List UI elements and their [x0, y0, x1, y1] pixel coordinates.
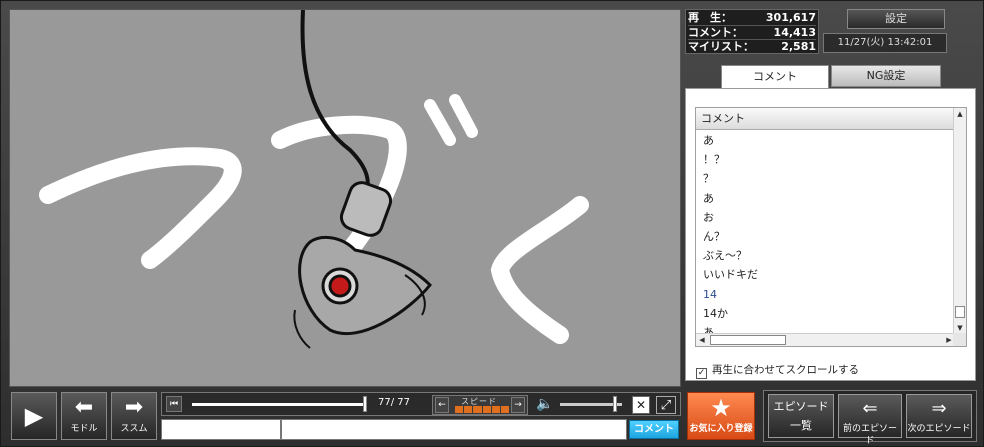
settings-button[interactable]: 設定 — [847, 9, 945, 29]
comment-rows: あ ！？ ？ あ お ん？ ぶえ～？ いいドキだ 14 14か あ — [696, 131, 955, 342]
mylist-count: 2,581 — [781, 40, 816, 53]
speed-control[interactable]: ← スピード → — [432, 395, 528, 415]
list-item[interactable]: 14 — [696, 285, 955, 304]
command-input[interactable] — [161, 419, 281, 440]
fullscreen-icon[interactable]: ⤢ — [656, 396, 676, 414]
list-item[interactable]: ん？ — [696, 227, 955, 246]
scroll-left-icon[interactable]: ◀ — [696, 334, 708, 346]
video-area[interactable] — [9, 9, 681, 387]
comment-list-header[interactable]: コメント — [696, 108, 955, 130]
time-display: 77/ 77 — [378, 397, 410, 408]
horizontal-scroll-thumb[interactable] — [710, 335, 786, 345]
star-icon: ★ — [710, 394, 732, 422]
motion-lines — [293, 309, 311, 349]
autoscroll-option[interactable]: ✓ 再生に合わせてスクロールする — [696, 363, 859, 379]
autoscroll-checkbox[interactable]: ✓ — [696, 368, 707, 379]
arrow-left-icon: ⬅ — [74, 395, 94, 420]
list-item[interactable]: ！？ — [696, 150, 955, 169]
comment-list[interactable]: コメント あ ！？ ？ あ お ん？ ぶえ～？ いいドキだ 14 14か あ ▲… — [695, 107, 967, 347]
episode-list-label-2: 一覧 — [790, 419, 812, 432]
brush-stroke — [490, 196, 589, 344]
comment-submit-button[interactable]: コメント — [629, 420, 679, 439]
episode-list-button[interactable]: エピソード 一覧 — [768, 394, 834, 438]
next-episode-icon: ⇒ — [931, 398, 947, 419]
stat-label: 再 生： — [688, 11, 732, 24]
brush-stroke — [424, 99, 456, 146]
list-item[interactable]: あ — [696, 189, 955, 208]
play-icon: ▶ — [24, 402, 44, 430]
volume-handle[interactable] — [612, 396, 617, 412]
next-episode-label: 次のエピソード — [907, 424, 971, 434]
favorite-button[interactable]: ★ お気に入り登録 — [687, 392, 755, 440]
seek-bar: ⏮ 77/ 77 ← スピード → 🔈 ✕ ⤢ — [161, 392, 681, 416]
list-item[interactable]: 14か — [696, 304, 955, 323]
arrow-right-icon: ➡ — [124, 395, 144, 420]
speed-down-icon[interactable]: ← — [435, 397, 449, 413]
datetime-display: 11/27(火) 13:42:01 — [823, 33, 947, 53]
episode-list-label: エピソード — [773, 400, 829, 413]
list-item[interactable]: いいドキだ — [696, 265, 955, 284]
pendant — [298, 181, 433, 336]
list-item[interactable]: ？ — [696, 169, 955, 188]
play-button[interactable]: ▶ — [11, 392, 57, 440]
seek-track[interactable] — [192, 403, 366, 406]
seek-handle[interactable] — [363, 396, 367, 412]
previous-episode-button[interactable]: ⇐ 前のエピソード — [838, 394, 902, 446]
speed-level — [455, 406, 510, 413]
forward-button[interactable]: ➡ ススム — [111, 392, 157, 440]
comments-count: 14,413 — [773, 26, 816, 39]
previous-episode-icon: ⇐ — [862, 398, 878, 419]
tab-ng-settings[interactable]: NG設定 — [831, 65, 941, 87]
episode-navigation: エピソード 一覧 ⇐ 前のエピソード ⇒ 次のエピソード — [763, 390, 977, 446]
vertical-scroll-thumb[interactable] — [955, 306, 965, 318]
views-count: 301,617 — [765, 11, 816, 24]
player-window: 再 生： 301,617 コメント： 14,413 マイリスト： 2,581 設… — [0, 0, 984, 447]
back-button[interactable]: ⬅ モドル — [61, 392, 107, 440]
back-label: モドル — [70, 424, 98, 434]
skip-start-icon[interactable]: ⏮ — [166, 396, 182, 412]
vertical-scrollbar[interactable]: ▲ ▼ — [953, 108, 966, 334]
next-episode-button[interactable]: ⇒ 次のエピソード — [906, 394, 972, 438]
comment-input[interactable] — [281, 419, 627, 440]
stat-mylist: マイリスト： 2,581 — [688, 39, 816, 53]
volume-icon[interactable]: 🔈 — [536, 395, 553, 413]
list-item[interactable]: あ — [696, 131, 955, 150]
speed-up-icon[interactable]: → — [511, 397, 525, 413]
brush-stroke — [39, 147, 242, 269]
list-item[interactable]: ぶえ～？ — [696, 246, 955, 265]
previous-episode-label: 前のエピソード — [842, 424, 897, 446]
scroll-up-icon[interactable]: ▲ — [954, 108, 966, 120]
close-icon[interactable]: ✕ — [632, 396, 650, 414]
seek-progress — [192, 403, 366, 406]
comment-panel: コメント あ ！？ ？ あ お ん？ ぶえ～？ いいドキだ 14 14か あ ▲… — [685, 88, 976, 381]
video-stats: 再 生： 301,617 コメント： 14,413 マイリスト： 2,581 — [685, 9, 819, 54]
comment-form: コメント — [161, 419, 681, 440]
list-item[interactable]: お — [696, 208, 955, 227]
string — [300, 10, 370, 196]
stat-label: マイリスト： — [688, 40, 754, 53]
stat-views: 再 生： 301,617 — [688, 11, 816, 25]
stat-comments: コメント： 14,413 — [688, 25, 816, 39]
favorite-label: お気に入り登録 — [689, 424, 753, 434]
brush-stroke — [449, 94, 478, 138]
forward-label: ススム — [120, 424, 148, 434]
horizontal-scrollbar[interactable]: ◀ ▶ — [696, 333, 955, 346]
scrollbar-corner — [953, 333, 966, 346]
stat-label: コメント： — [688, 26, 743, 39]
autoscroll-label: 再生に合わせてスクロールする — [712, 364, 859, 376]
video-frame-illustration — [39, 10, 589, 349]
tab-comment[interactable]: コメント — [721, 65, 829, 89]
